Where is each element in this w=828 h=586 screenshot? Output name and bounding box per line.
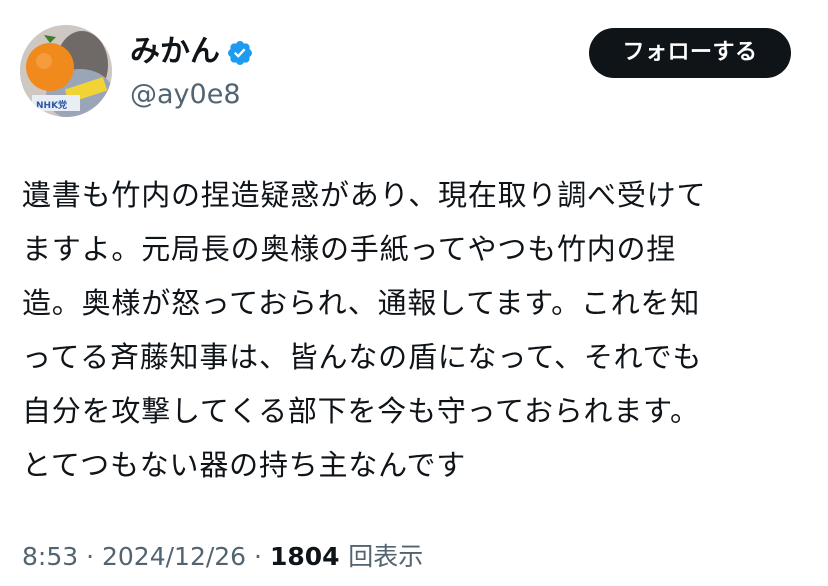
tweet-line: 造。奥様が怒っておられ、通報してます。これを知 [22, 286, 701, 320]
avatar-image: NHK党 [20, 25, 112, 117]
views-count: 1804 [269, 542, 349, 571]
tweet-time[interactable]: 8:53 [22, 542, 78, 571]
meta-separator: · [254, 542, 270, 571]
tweet-text: 遺書も竹内の捏造疑惑があり、現在取り調べ受けて ますよ。元局長の奥様の手紙ってや… [22, 168, 812, 492]
display-name[interactable]: みかん [130, 32, 220, 72]
tweet-line: とてつもない器の持ち主なんです [22, 448, 467, 482]
meta-separator: · [86, 542, 102, 571]
avatar[interactable]: NHK党 [20, 25, 112, 117]
tweet-meta: 8:53 · 2024/12/26 · 1804 回表示 [22, 540, 423, 574]
tweet-line: ってる斉藤知事は、皆んなの盾になって、それでも [22, 340, 703, 374]
author-handle[interactable]: @ay0e8 [130, 78, 241, 112]
follow-button[interactable]: フォローする [589, 28, 791, 78]
avatar-badge-text: NHK党 [36, 99, 67, 111]
tweet-date[interactable]: 2024/12/26 [102, 542, 246, 571]
author-name-row[interactable]: みかん [130, 32, 254, 72]
views-label: 回表示 [348, 542, 424, 571]
tweet-line: 遺書も竹内の捏造疑惑があり、現在取り調べ受けて [22, 178, 707, 212]
tweet-line: ますよ。元局長の奥様の手紙ってやつも竹内の捏 [22, 232, 677, 266]
verified-badge-icon[interactable] [226, 39, 254, 67]
tweet-line: 自分を攻撃してくる部下を今も守っておられます。 [22, 394, 700, 428]
